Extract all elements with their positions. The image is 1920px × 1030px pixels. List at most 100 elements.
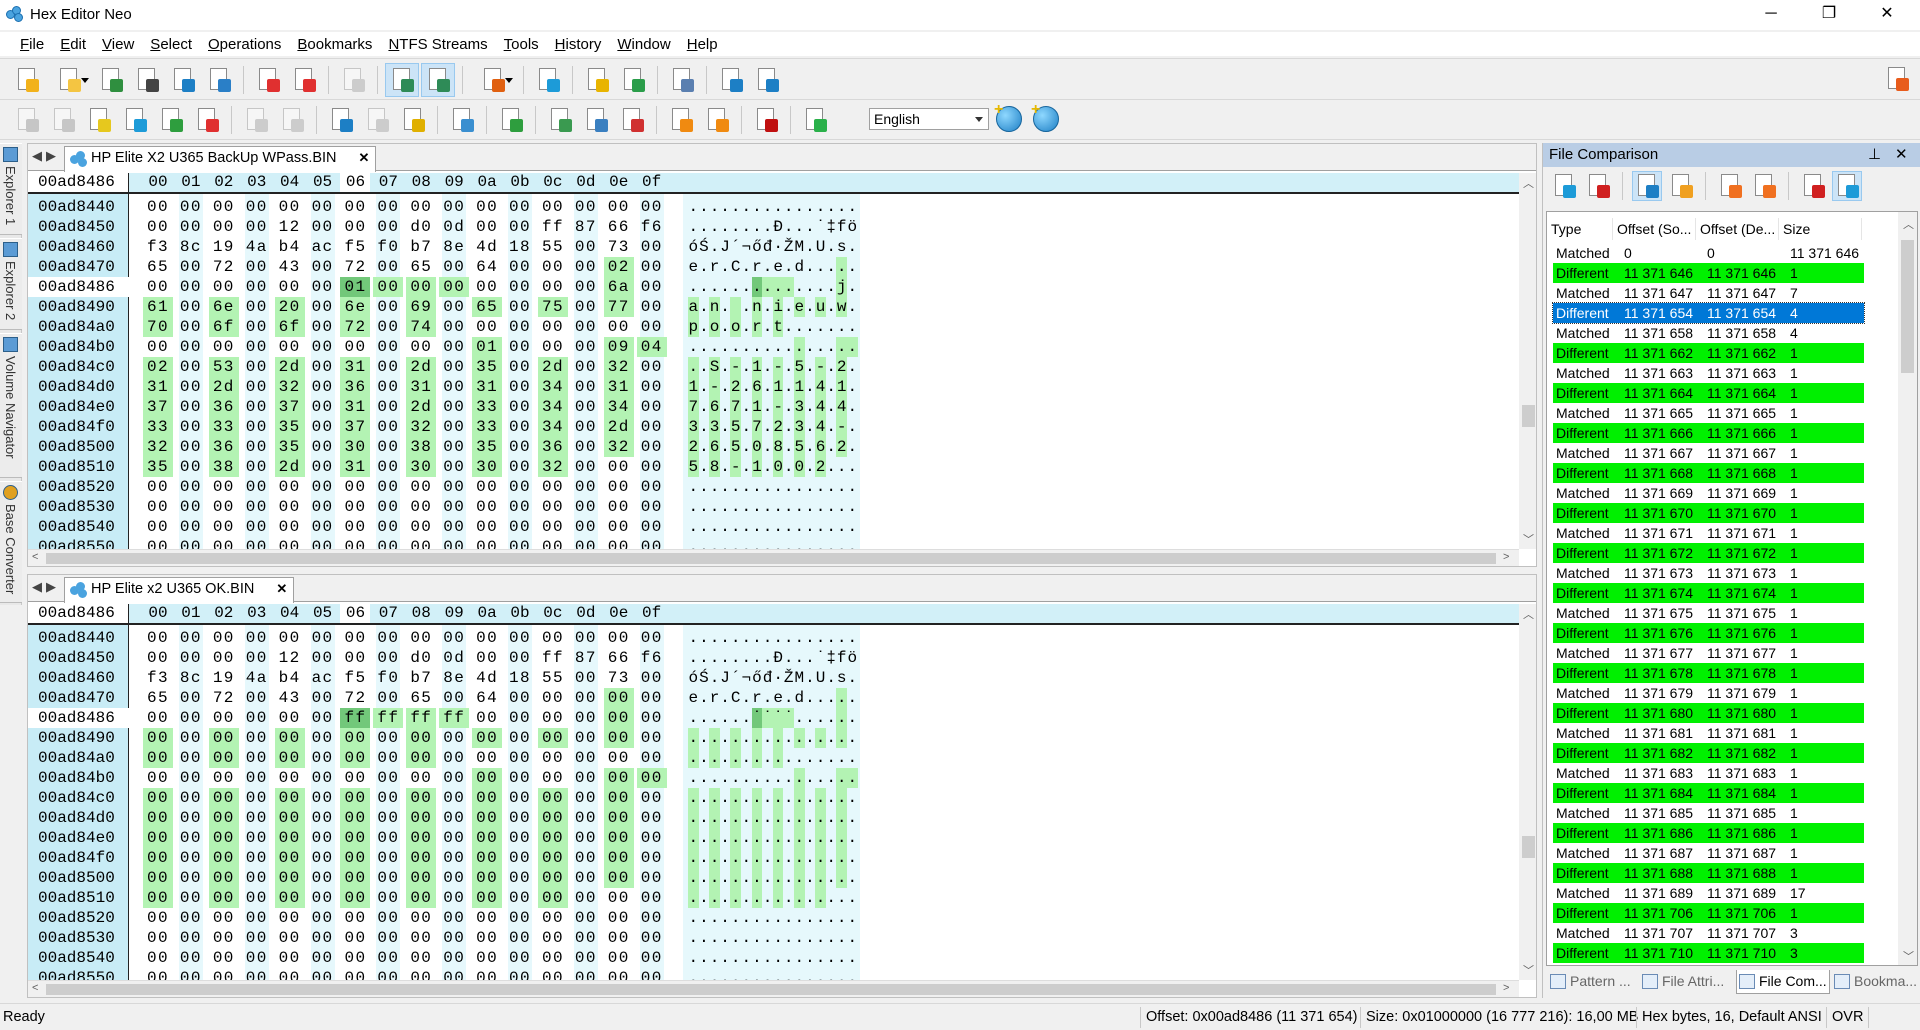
comparison-row[interactable]: Different 11 371 710 11 371 710 3 <box>1553 943 1864 963</box>
ascii-text[interactable]: ................ <box>688 628 858 648</box>
menu-file[interactable]: File <box>12 32 52 56</box>
hex-bytes[interactable]: 00 00 00 00 00 00 00 00 00 00 00 00 00 0… <box>147 928 663 948</box>
undo-button[interactable] <box>10 103 44 137</box>
comparison-row[interactable]: Matched 11 371 707 11 371 707 3 <box>1553 923 1864 943</box>
ascii-text[interactable]: 3.3.5.7.2.3.4.-. <box>688 417 858 437</box>
hex-bytes[interactable]: 37 00 36 00 37 00 31 00 2d 00 33 00 34 0… <box>147 397 663 417</box>
compare-range-button[interactable] <box>1583 171 1613 201</box>
ascii-text[interactable]: ................ <box>688 497 858 517</box>
pencil-button[interactable] <box>798 103 832 137</box>
ascii-text[interactable]: 1.-.2.6.1.1.4.1. <box>688 377 858 397</box>
menu-view[interactable]: View <box>94 32 142 56</box>
hex-bytes[interactable]: 00 00 00 00 00 00 00 00 00 00 00 00 00 0… <box>147 808 663 828</box>
hex-bytes[interactable]: 00 00 00 00 00 00 00 00 00 00 00 00 00 0… <box>147 768 663 788</box>
panel-tab-fileattri[interactable]: File Attri... <box>1640 970 1734 994</box>
paste-out-button[interactable] <box>154 103 188 137</box>
comparison-row[interactable]: Different 11 371 662 11 371 662 1 <box>1553 343 1864 363</box>
ascii-text[interactable]: ........Đ...˙‡fö <box>688 217 858 237</box>
comparison-row[interactable]: Different 11 371 684 11 371 684 1 <box>1553 783 1864 803</box>
ascii-text[interactable]: óŚ.J´¬őđ·ŽM.U.s. <box>688 668 858 688</box>
sync-scroll-button[interactable] <box>1832 171 1862 201</box>
hex-bytes[interactable]: 00 00 00 00 00 00 00 00 00 00 00 00 00 0… <box>147 197 663 217</box>
comparison-list[interactable]: Type Offset (So... Offset (De... Size Ma… <box>1546 211 1918 966</box>
ascii-text[interactable]: ................ <box>688 828 858 848</box>
ascii-text[interactable]: ..S.-.1.-.5.-.2. <box>688 357 858 377</box>
import-button[interactable] <box>360 103 394 137</box>
ascii-text[interactable]: ................ <box>688 748 858 768</box>
f1-help-button[interactable] <box>665 63 699 97</box>
hex-bytes[interactable]: 00 00 00 00 00 00 00 00 00 00 00 00 00 0… <box>147 868 663 888</box>
ascii-text[interactable]: ................ <box>688 197 858 217</box>
vertical-scrollbar[interactable]: ︿ ﹀ <box>1519 604 1536 980</box>
column-header-type[interactable]: Type <box>1547 218 1613 240</box>
ascii-text[interactable]: ................ <box>688 928 858 948</box>
column-header-size[interactable]: Size <box>1779 218 1862 240</box>
horizontal-scrollbar[interactable]: < > <box>28 549 1519 566</box>
panel-close-button[interactable]: ✕ <box>1895 145 1908 163</box>
hex-bytes[interactable]: f3 8c 19 4a b4 ac f5 f0 b7 8e 4d 18 55 0… <box>147 237 663 257</box>
open-file-button[interactable] <box>46 63 92 97</box>
ascii-text[interactable]: ................ <box>688 768 858 788</box>
about-button[interactable] <box>750 63 784 97</box>
ascii-text[interactable]: e.r.C.r.e.d..... <box>688 688 858 708</box>
help-book-button[interactable] <box>714 63 748 97</box>
go-to-button[interactable] <box>494 103 528 137</box>
menu-history[interactable]: History <box>547 32 610 56</box>
file-tab[interactable]: HP Elite X2 U365 BackUp WPass.BIN ✕ <box>64 146 377 172</box>
hex-bytes[interactable]: 02 00 53 00 2d 00 31 00 2d 00 35 00 2d 0… <box>147 357 663 377</box>
comparison-row[interactable]: Different 11 371 668 11 371 668 1 <box>1553 463 1864 483</box>
comparison-row[interactable]: Different 11 371 678 11 371 678 1 <box>1553 663 1864 683</box>
comparison-row[interactable]: Different 11 371 680 11 371 680 1 <box>1553 703 1864 723</box>
ascii-text[interactable]: óŚ.J´¬őđ·ŽM.U.s. <box>688 237 858 257</box>
ascii-text[interactable]: ..............j. <box>688 277 858 297</box>
hex-rows[interactable]: 00ad8440 00 00 00 00 00 00 00 00 00 00 00… <box>28 628 1519 980</box>
text-view-button[interactable] <box>421 63 455 97</box>
ascii-text[interactable]: a.n. .n.i.e.u.w. <box>688 297 858 317</box>
comparison-row[interactable]: Different 11 371 706 11 371 706 1 <box>1553 903 1864 923</box>
close-tab-button[interactable]: ✕ <box>276 581 287 597</box>
tab-base-converter[interactable]: Base Converter <box>0 481 22 603</box>
close-tab-button[interactable]: ✕ <box>359 150 370 166</box>
ascii-text[interactable]: ................ <box>688 477 858 497</box>
hex-bytes[interactable]: 00 00 00 00 12 00 00 00 d0 0d 00 00 ff 8… <box>147 217 663 237</box>
comparison-row[interactable]: Different 11 371 676 11 371 676 1 <box>1553 623 1864 643</box>
status-overwrite[interactable]: OVR <box>1832 1009 1863 1025</box>
ascii-text[interactable]: p.o.o.r.t....... <box>688 317 858 337</box>
comparison-row[interactable]: Matched 11 371 673 11 371 673 1 <box>1553 563 1864 583</box>
column-header-offset-source[interactable]: Offset (So... <box>1613 218 1696 240</box>
menu-help[interactable]: Help <box>679 32 726 56</box>
hex-bytes[interactable]: 00 00 00 00 00 00 00 00 00 00 00 00 00 0… <box>147 497 663 517</box>
insert-button[interactable] <box>615 103 649 137</box>
save-button[interactable] <box>94 63 128 97</box>
destination-hex-pane[interactable]: ◀ ▶ HP Elite x2 U365 OK.BIN ✕ 00ad8486 00 01 02… <box>27 574 1537 998</box>
hex-bytes[interactable]: 00 00 00 00 12 00 00 00 d0 0d 00 00 ff 8… <box>147 648 663 668</box>
ascii-text[interactable]: ................ <box>688 808 858 828</box>
hex-bytes[interactable]: f3 8c 19 4a b4 ac f5 f0 b7 8e 4d 18 55 0… <box>147 668 663 688</box>
comparison-row[interactable]: Matched 11 371 671 11 371 671 1 <box>1553 523 1864 543</box>
horizontal-scrollbar[interactable]: < > <box>28 980 1519 997</box>
find-button[interactable] <box>445 103 479 137</box>
ascii-text[interactable]: ................ <box>688 517 858 537</box>
feedback-button[interactable] <box>580 63 614 97</box>
hex-bytes[interactable]: 00 00 00 00 00 00 00 00 00 00 00 00 00 0… <box>147 908 663 928</box>
new-file-button[interactable] <box>10 63 44 97</box>
ascii-text[interactable]: ................ <box>688 868 858 888</box>
ascii-text[interactable]: ................ <box>688 848 858 868</box>
delete-button[interactable] <box>190 103 224 137</box>
panel-tab-pattern[interactable]: Pattern ... <box>1548 970 1638 994</box>
comparison-row[interactable]: Matched 11 371 687 11 371 687 1 <box>1553 843 1864 863</box>
comparison-row[interactable]: Different 11 371 682 11 371 682 1 <box>1553 743 1864 763</box>
vertical-scrollbar[interactable]: ︿ ﹀ <box>1519 173 1536 549</box>
hex-bytes[interactable]: 00 00 00 00 00 00 00 00 00 00 00 00 00 0… <box>147 728 663 748</box>
panel-tab-bookma[interactable]: Bookma... <box>1832 970 1920 994</box>
hex-bytes[interactable]: 00 00 00 00 00 00 00 00 00 00 00 00 00 0… <box>147 628 663 648</box>
hex-bytes[interactable]: 31 00 2d 00 32 00 36 00 31 00 31 00 34 0… <box>147 377 663 397</box>
comparison-row[interactable]: Matched 11 371 675 11 371 675 1 <box>1553 603 1864 623</box>
save-as-button[interactable] <box>166 63 200 97</box>
comparison-row[interactable]: Matched 11 371 665 11 371 665 1 <box>1553 403 1864 423</box>
hex-bytes[interactable]: 00 00 00 00 00 00 00 00 00 00 00 00 00 0… <box>147 788 663 808</box>
hex-bytes[interactable]: 00 00 00 00 00 00 00 00 00 00 00 00 00 0… <box>147 537 663 549</box>
ascii-text[interactable]: 7.6.7.1.-.3.4.4. <box>688 397 858 417</box>
refresh-button[interactable] <box>336 63 370 97</box>
hex-bytes[interactable]: 65 00 72 00 43 00 72 00 65 00 64 00 00 0… <box>147 688 663 708</box>
